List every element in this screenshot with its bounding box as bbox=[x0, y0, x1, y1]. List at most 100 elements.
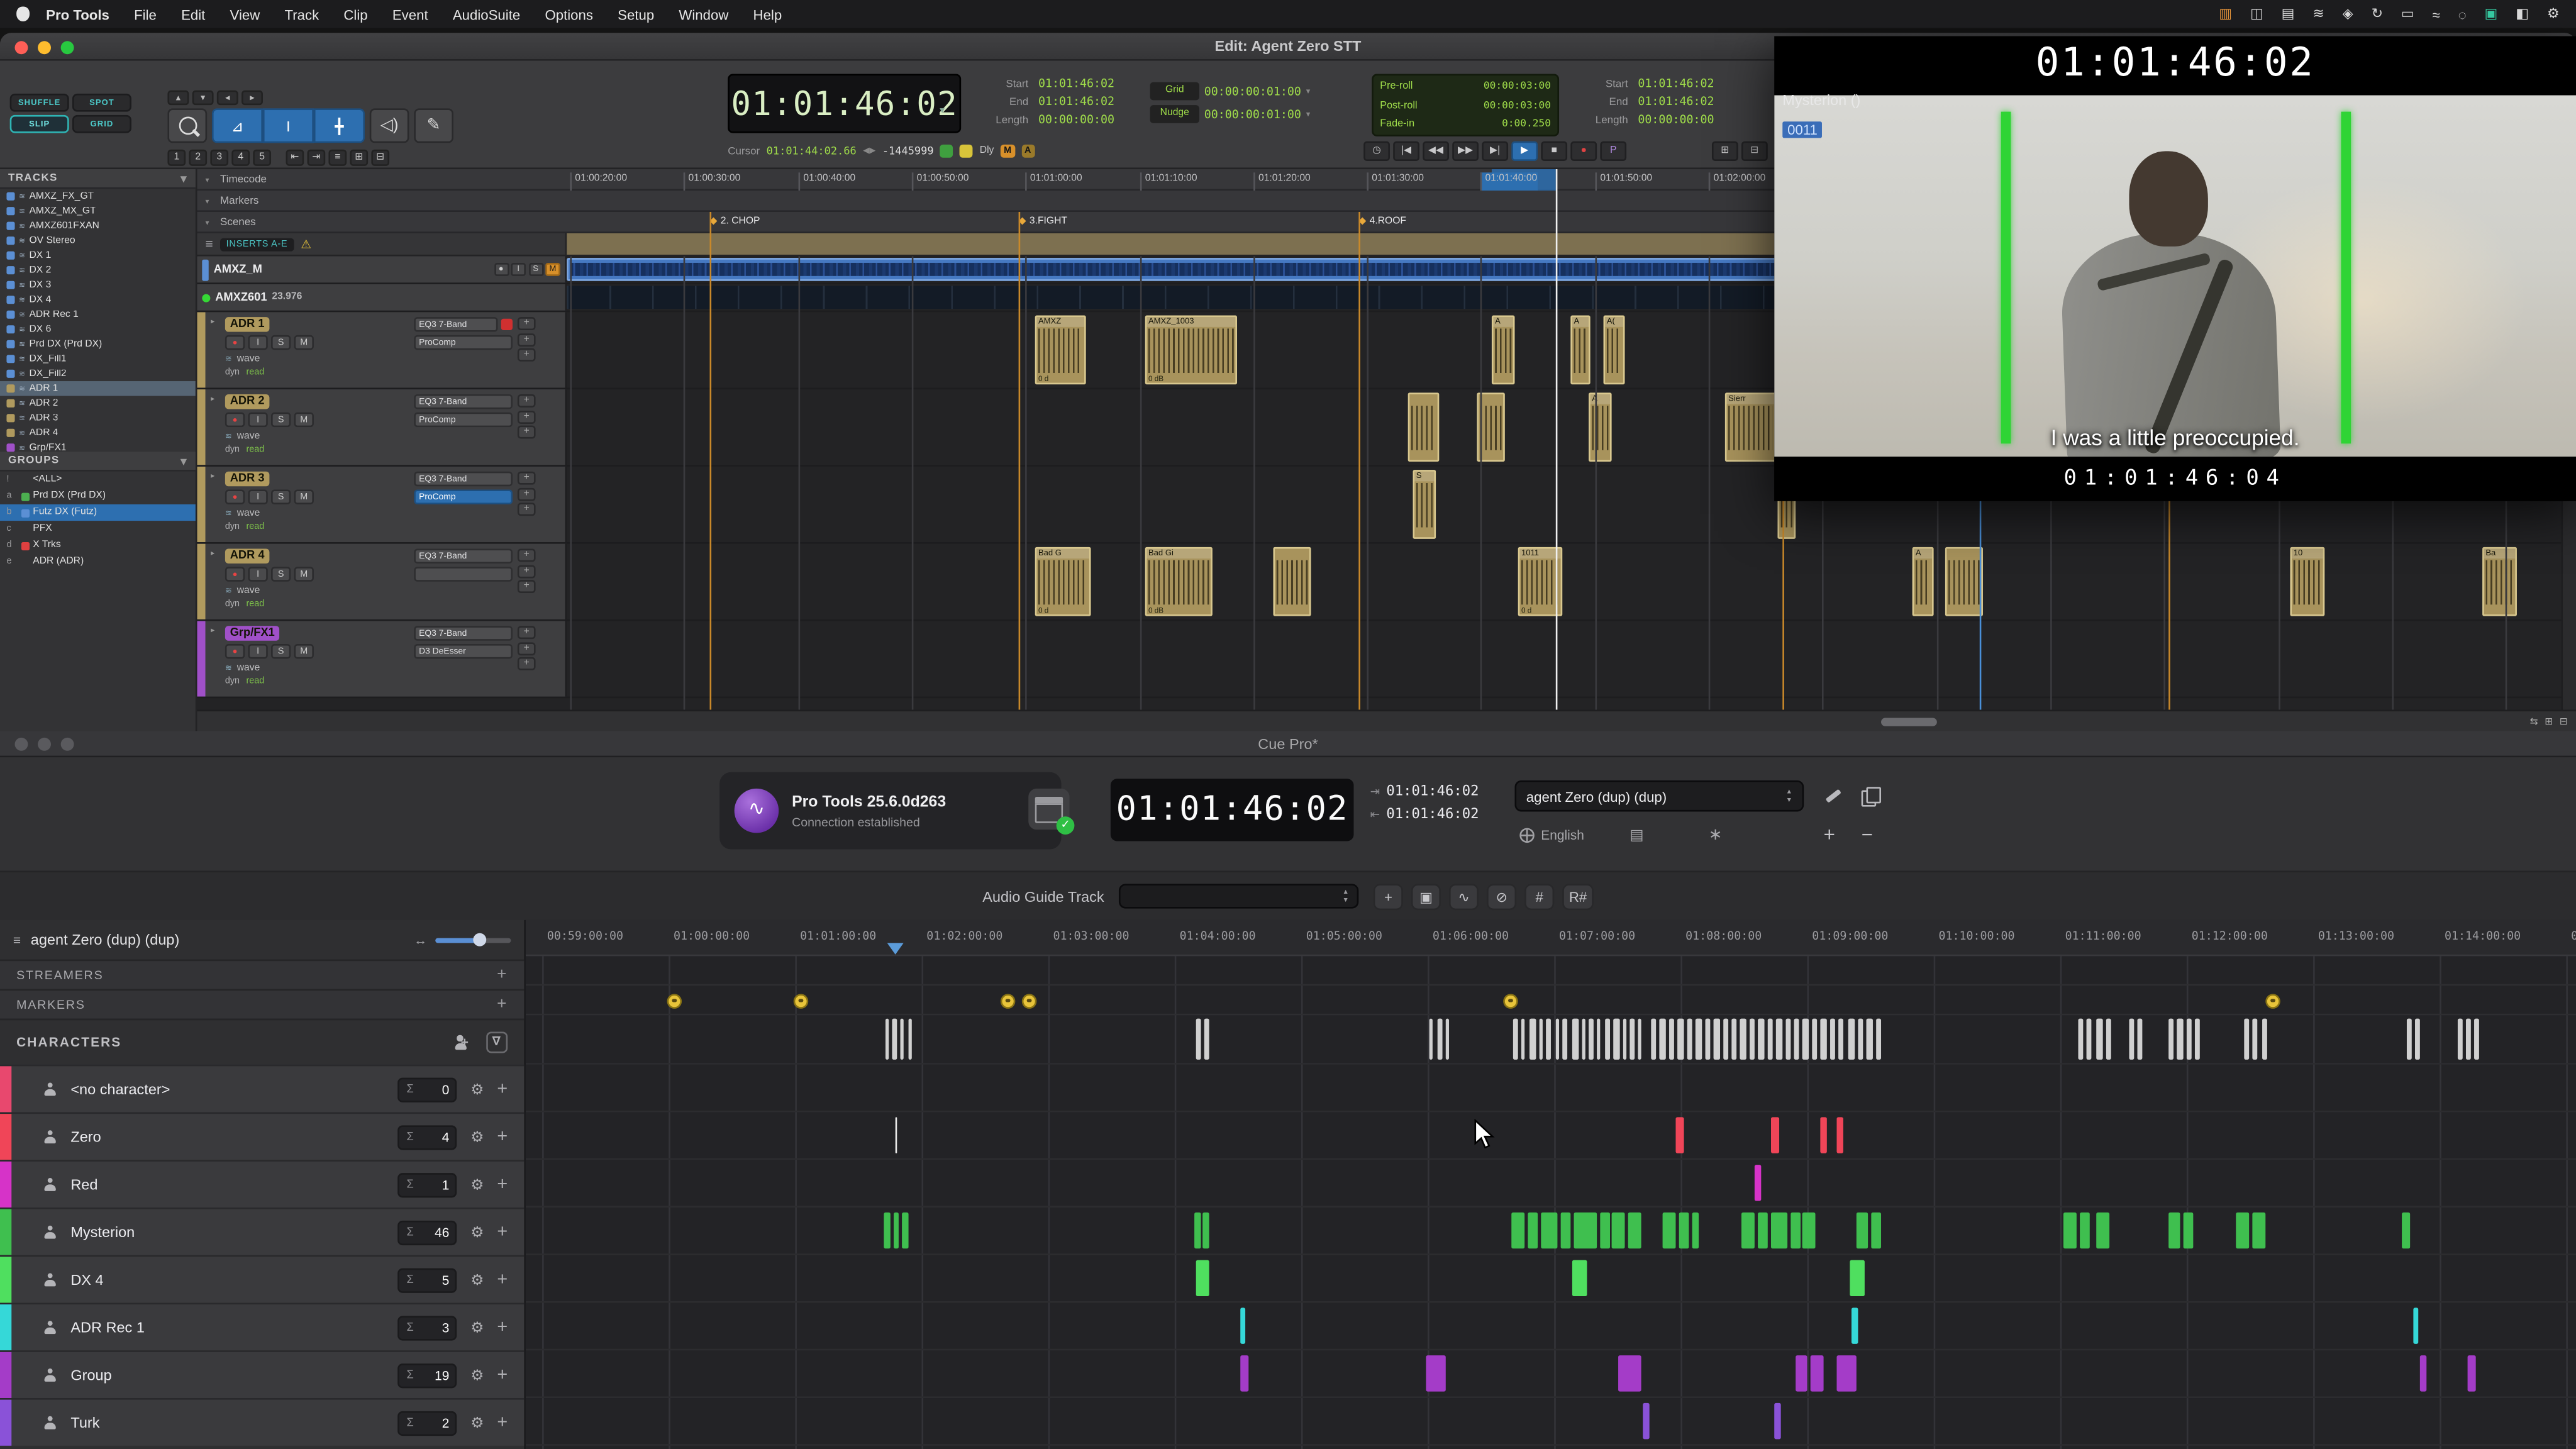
cue-clip[interactable] bbox=[1561, 1213, 1571, 1248]
add-cue-icon[interactable]: + bbox=[497, 1365, 508, 1385]
grid-value[interactable]: 00:00:00:01:00 bbox=[1204, 85, 1301, 98]
menu-item-event[interactable]: Event bbox=[392, 6, 428, 22]
timeline-ruler[interactable]: 00:59:00:0001:00:00:0001:01:00:0001:02:0… bbox=[526, 920, 2576, 956]
out-time[interactable]: 01:01:46:02 bbox=[1386, 807, 1479, 823]
postroll-label[interactable]: Post-roll bbox=[1380, 99, 1417, 111]
grid-caret-icon[interactable]: ▾ bbox=[1306, 86, 1311, 96]
cue-clip[interactable] bbox=[1820, 1019, 1826, 1060]
cue-clip[interactable] bbox=[1687, 1019, 1692, 1060]
cue-clip[interactable] bbox=[1740, 1019, 1746, 1060]
number-button[interactable]: # bbox=[1524, 883, 1554, 909]
send-slot[interactable]: + bbox=[518, 641, 536, 655]
send-slot[interactable]: + bbox=[518, 333, 536, 346]
nav-arrow-0[interactable]: ▴ bbox=[167, 91, 189, 106]
insert-empty[interactable] bbox=[414, 567, 513, 582]
cue-clip[interactable] bbox=[909, 1019, 912, 1060]
cue-clip[interactable] bbox=[892, 1019, 897, 1060]
start-value[interactable]: 01:01:46:02 bbox=[1638, 75, 1743, 94]
group-adr-adr[interactable]: eADR (ADR) bbox=[0, 553, 196, 570]
track-content[interactable] bbox=[567, 621, 2576, 696]
memory-5[interactable]: 5 bbox=[253, 150, 271, 166]
solo-button[interactable]: S bbox=[271, 644, 291, 659]
preroll-label[interactable]: Pre-roll bbox=[1380, 80, 1413, 92]
cue-clip[interactable] bbox=[1867, 1019, 1873, 1060]
mute-button[interactable]: M bbox=[545, 263, 560, 276]
view-selector[interactable]: wave bbox=[237, 354, 260, 364]
clip-button[interactable]: ▣ bbox=[1411, 883, 1441, 909]
cue-clip[interactable] bbox=[1240, 1355, 1248, 1391]
memory-2[interactable]: 2 bbox=[189, 150, 207, 166]
cue-clip[interactable] bbox=[1530, 1019, 1536, 1060]
postroll-value[interactable]: 00:00:03:00 bbox=[1484, 99, 1551, 111]
menu-item-setup[interactable]: Setup bbox=[618, 6, 654, 22]
cue-clip[interactable] bbox=[1696, 1019, 1702, 1060]
corner-icon-1[interactable]: ⊞ bbox=[2545, 716, 2553, 727]
language-control[interactable]: English bbox=[1519, 828, 1584, 843]
expand-icon[interactable]: ▸ bbox=[211, 626, 214, 696]
cue-clip[interactable] bbox=[2177, 1019, 2183, 1060]
menu-item-options[interactable]: Options bbox=[545, 6, 593, 22]
audio-clip[interactable]: A( bbox=[1604, 316, 1625, 385]
scene-marker-2-chop[interactable]: ◆2. CHOP bbox=[709, 215, 760, 226]
cue-clip[interactable] bbox=[1758, 1213, 1768, 1248]
menu-item-pro-tools[interactable]: Pro Tools bbox=[46, 6, 109, 22]
cue-clip[interactable] bbox=[2080, 1213, 2090, 1248]
insert-eq3-7-band[interactable]: EQ3 7-Band bbox=[414, 548, 513, 564]
timeline-row-group[interactable] bbox=[526, 1350, 2576, 1398]
cue-clip[interactable] bbox=[2252, 1019, 2257, 1060]
record-enable-button[interactable]: ● bbox=[225, 413, 245, 428]
control-center-icon[interactable]: ◧ bbox=[2516, 5, 2529, 23]
asterisk-icon[interactable]: ∗ bbox=[1709, 826, 1723, 845]
menu-item-help[interactable]: Help bbox=[753, 6, 782, 22]
automation-mode[interactable]: read bbox=[247, 523, 265, 533]
cue-clip[interactable] bbox=[1794, 1019, 1799, 1060]
cue-clip[interactable] bbox=[1528, 1213, 1538, 1248]
cue-clip[interactable] bbox=[1675, 1117, 1684, 1153]
group-x-trks[interactable]: dX Trks bbox=[0, 537, 196, 553]
length-value[interactable]: 00:00:00:00 bbox=[1038, 112, 1143, 130]
insert-procomp[interactable]: ProComp bbox=[414, 413, 513, 428]
character-row-mysterion[interactable]: MysterionΣ46⚙+ bbox=[0, 1208, 524, 1255]
view-selector[interactable]: wave bbox=[237, 586, 260, 596]
cue-clip[interactable] bbox=[1852, 1307, 1858, 1343]
memory-3[interactable]: 3 bbox=[210, 150, 228, 166]
cue-clip[interactable] bbox=[2168, 1213, 2180, 1248]
cue-clip[interactable] bbox=[1677, 1019, 1684, 1060]
cue-clip[interactable] bbox=[1194, 1213, 1201, 1248]
cue-clip[interactable] bbox=[1430, 1019, 1433, 1060]
audio-clip[interactable] bbox=[1945, 547, 1983, 616]
send-slot[interactable]: + bbox=[518, 657, 536, 670]
cue-clip[interactable] bbox=[2106, 1019, 2111, 1060]
right-tool-1[interactable]: ⊟ bbox=[1741, 142, 1768, 161]
add-marker-button[interactable]: + bbox=[497, 996, 508, 1014]
add-cue-icon[interactable]: + bbox=[497, 1270, 508, 1289]
cue-clip[interactable] bbox=[1600, 1213, 1610, 1248]
edit-pencil-icon[interactable] bbox=[1824, 786, 1843, 805]
stats-icon[interactable]: ≋ bbox=[2312, 5, 2324, 23]
send-slot[interactable]: + bbox=[518, 348, 536, 362]
cue-clip[interactable] bbox=[886, 1019, 889, 1060]
h-zoom-icon[interactable]: ↔ bbox=[414, 932, 427, 947]
battery-icon[interactable]: ▭ bbox=[2401, 5, 2414, 23]
cue-clip[interactable] bbox=[1871, 1213, 1881, 1248]
nudge-value[interactable]: 00:00:00:01:00 bbox=[1204, 108, 1301, 121]
cue-clip[interactable] bbox=[1572, 1260, 1587, 1296]
add-cue-icon[interactable]: + bbox=[497, 1413, 508, 1433]
cue-clip[interactable] bbox=[1802, 1019, 1809, 1060]
menu-item-clip[interactable]: Clip bbox=[343, 6, 367, 22]
audio-clip[interactable]: S bbox=[1413, 470, 1436, 539]
sidebar-track-adr-3[interactable]: ≋ADR 3 bbox=[0, 411, 196, 426]
display-icon[interactable]: ◫ bbox=[2250, 5, 2263, 23]
gear-icon[interactable]: ⚙ bbox=[470, 1128, 484, 1146]
cue-clip[interactable] bbox=[2138, 1019, 2143, 1060]
send-slot[interactable]: + bbox=[518, 564, 536, 577]
zoom-preset-0[interactable]: ⇤ bbox=[286, 150, 304, 166]
cue-clip[interactable] bbox=[2195, 1019, 2200, 1060]
gear-icon[interactable]: ⚙ bbox=[470, 1366, 484, 1384]
send-slot[interactable]: + bbox=[518, 548, 536, 562]
audio-clip[interactable]: 10110 d bbox=[1518, 547, 1563, 616]
cue-clip[interactable] bbox=[2413, 1307, 2418, 1343]
insert-eq3-7-band[interactable]: EQ3 7-Band bbox=[414, 472, 513, 487]
split-button[interactable]: ∿ bbox=[1449, 883, 1479, 909]
gear-icon[interactable]: ⚙ bbox=[470, 1271, 484, 1289]
